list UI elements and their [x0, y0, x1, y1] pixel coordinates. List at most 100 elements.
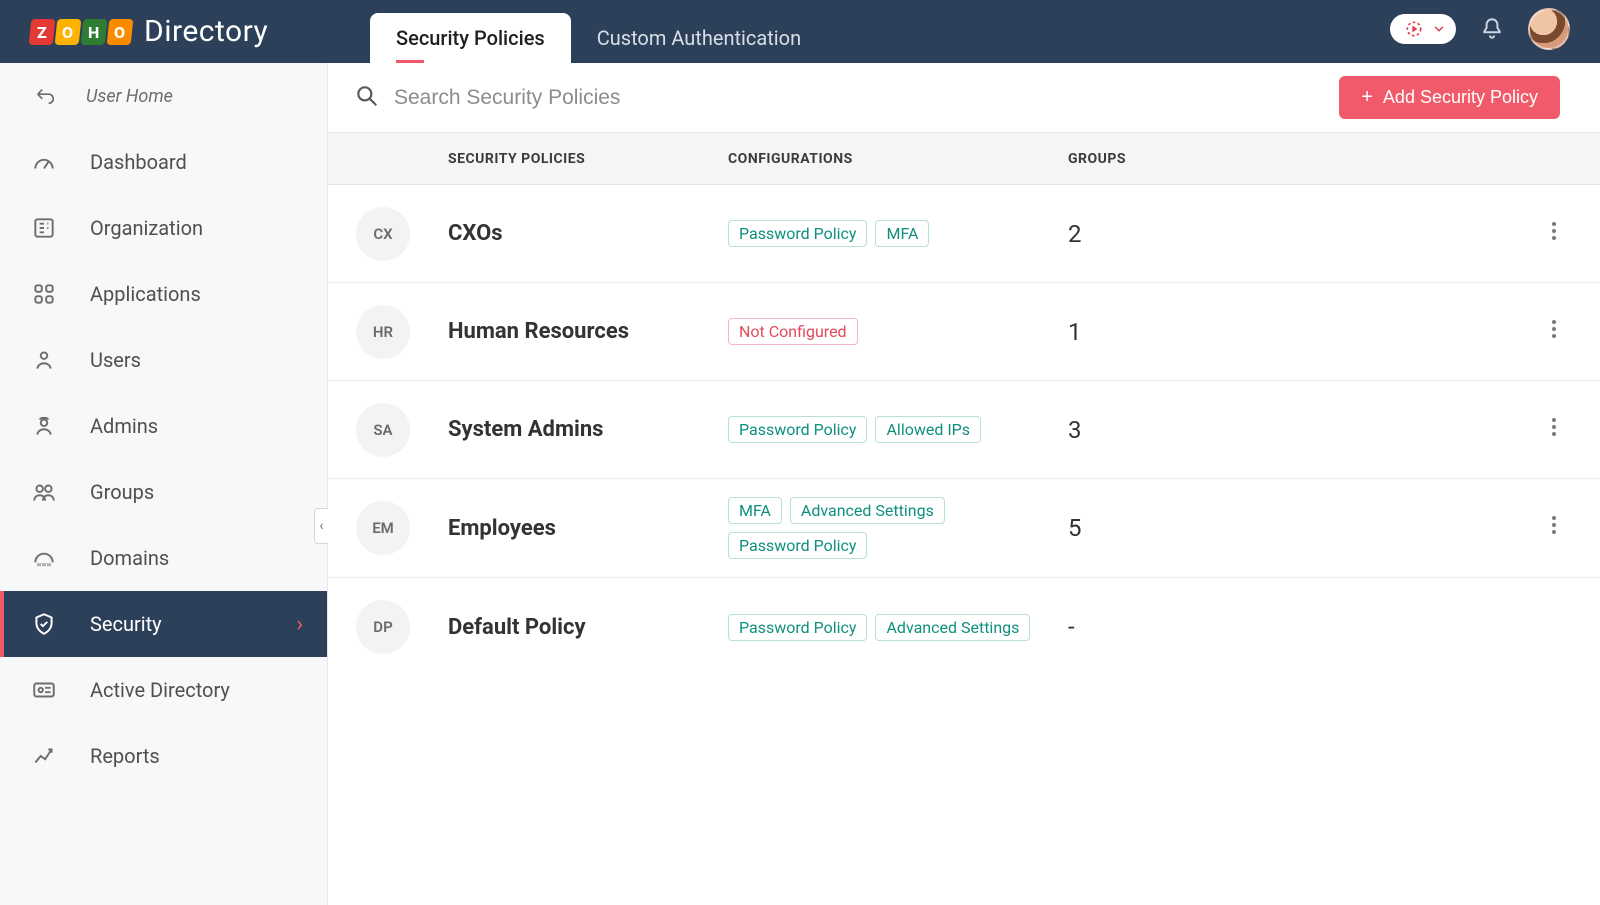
config-tag[interactable]: Allowed IPs	[875, 416, 981, 443]
row-actions	[1308, 317, 1560, 347]
applications-icon	[28, 281, 60, 307]
main-content: + Add Security Policy SECURITY POLICIES …	[328, 63, 1600, 905]
row-actions	[1308, 513, 1560, 543]
table-row[interactable]: DPDefault PolicyPassword PolicyAdvanced …	[328, 578, 1600, 676]
brand[interactable]: Z O H O Directory	[0, 0, 328, 63]
sidebar-item-admins[interactable]: Admins	[0, 393, 327, 459]
admins-icon	[28, 413, 60, 439]
row-menu-button[interactable]	[1552, 219, 1556, 243]
avatar[interactable]	[1528, 8, 1570, 50]
shield-icon	[28, 611, 60, 637]
reports-icon	[28, 743, 60, 769]
policy-initials: EM	[356, 501, 410, 555]
users-icon	[28, 347, 60, 373]
row-actions	[1308, 219, 1560, 249]
row-menu-button[interactable]	[1552, 317, 1556, 341]
policy-configurations: MFA Advanced Settings Password Policy	[728, 497, 1068, 559]
dashboard-icon	[28, 149, 60, 175]
brand-name: Directory	[144, 14, 268, 49]
sidebar-item-reports[interactable]: Reports	[0, 723, 327, 789]
config-tag[interactable]: MFA	[728, 497, 782, 524]
sidebar-item-applications[interactable]: Applications	[0, 261, 327, 327]
config-tag[interactable]: Password Policy	[728, 416, 867, 443]
sidebar-item-label: Applications	[90, 282, 201, 306]
policy-initials: CX	[356, 207, 410, 261]
add-security-policy-button[interactable]: + Add Security Policy	[1339, 76, 1560, 119]
policy-name: Default Policy	[448, 615, 728, 640]
config-tag[interactable]: Password Policy	[728, 614, 867, 641]
app-body: User Home Dashboard Organization Applica…	[0, 63, 1600, 905]
column-header-groups: GROUPS	[1068, 151, 1308, 167]
policy-configurations: Password Policy Advanced Settings	[728, 614, 1068, 641]
column-header-configurations: CONFIGURATIONS	[728, 151, 1068, 167]
group-count: 1	[1068, 318, 1308, 346]
search-icon	[354, 83, 380, 113]
sidebar: User Home Dashboard Organization Applica…	[0, 63, 328, 905]
sidebar-item-organization[interactable]: Organization	[0, 195, 327, 261]
header-actions	[1390, 0, 1600, 63]
sidebar-item-label: Reports	[90, 744, 160, 768]
active-directory-icon	[28, 677, 60, 703]
table-row[interactable]: HRHuman ResourcesNot Configured1	[328, 283, 1600, 381]
sidebar-item-label: Active Directory	[90, 678, 230, 702]
zoho-logo: Z O H O	[30, 19, 132, 45]
back-icon	[32, 85, 58, 107]
remote-assist-icon	[1404, 19, 1424, 39]
sidebar-item-label: Security	[90, 612, 162, 636]
config-tag[interactable]: MFA	[875, 220, 929, 247]
config-tag[interactable]: Password Policy	[728, 532, 867, 559]
user-home-label: User Home	[86, 86, 173, 107]
policy-configurations: Password Policy MFA	[728, 220, 1068, 247]
sidebar-item-dashboard[interactable]: Dashboard	[0, 129, 327, 195]
policy-initials: HR	[356, 305, 410, 359]
tab-security-policies[interactable]: Security Policies	[370, 13, 571, 63]
policy-configurations: Password Policy Allowed IPs	[728, 416, 1068, 443]
sidebar-item-users[interactable]: Users	[0, 327, 327, 393]
tab-label: Custom Authentication	[597, 26, 801, 50]
search-input[interactable]	[394, 86, 1325, 110]
app-header: Z O H O Directory Security Policies Cust…	[0, 0, 1600, 63]
group-count: 5	[1068, 514, 1308, 542]
row-menu-button[interactable]	[1552, 415, 1556, 439]
column-header-policies: SECURITY POLICIES	[448, 151, 728, 167]
config-tag[interactable]: Advanced Settings	[790, 497, 945, 524]
config-tag[interactable]: Advanced Settings	[875, 614, 1030, 641]
config-tag[interactable]: Password Policy	[728, 220, 867, 247]
chevron-left-icon: ‹	[319, 518, 323, 534]
user-home-link[interactable]: User Home	[0, 63, 327, 129]
header-tabs: Security Policies Custom Authentication	[328, 0, 1390, 63]
policy-initials: SA	[356, 403, 410, 457]
svg-text:www: www	[37, 561, 52, 569]
sidebar-item-label: Domains	[90, 546, 169, 570]
sidebar-item-domains[interactable]: www Domains	[0, 525, 327, 591]
tab-custom-authentication[interactable]: Custom Authentication	[571, 13, 827, 63]
policy-configurations: Not Configured	[728, 318, 1068, 345]
groups-icon	[28, 479, 60, 505]
organization-icon	[28, 215, 60, 241]
sidebar-item-label: Admins	[90, 414, 158, 438]
sidebar-item-groups[interactable]: Groups	[0, 459, 327, 525]
sidebar-item-security[interactable]: Security ›	[0, 591, 327, 657]
table-header: SECURITY POLICIES CONFIGURATIONS GROUPS	[328, 133, 1600, 185]
policy-name: System Admins	[448, 417, 728, 442]
tab-label: Security Policies	[396, 26, 545, 50]
config-tag[interactable]: Not Configured	[728, 318, 858, 345]
notifications-button[interactable]	[1478, 15, 1506, 43]
bell-icon	[1479, 16, 1505, 42]
row-menu-button[interactable]	[1552, 513, 1556, 537]
sidebar-item-label: Groups	[90, 480, 154, 504]
sidebar-collapse-toggle[interactable]: ‹	[314, 508, 328, 544]
remote-assist-menu[interactable]	[1390, 14, 1456, 44]
group-count: 3	[1068, 416, 1308, 444]
sidebar-item-label: Users	[90, 348, 141, 372]
sidebar-item-active-directory[interactable]: Active Directory	[0, 657, 327, 723]
chevron-right-icon: ›	[296, 612, 303, 637]
sidebar-item-label: Dashboard	[90, 150, 187, 174]
sidebar-item-label: Organization	[90, 216, 203, 240]
policy-name: Employees	[448, 516, 728, 541]
table-row[interactable]: EM EmployeesMFA Advanced Settings Password …	[328, 479, 1600, 578]
group-count: 2	[1068, 220, 1308, 248]
domains-icon: www	[28, 545, 60, 571]
table-row[interactable]: CXCXOsPassword PolicyMFA2	[328, 185, 1600, 283]
table-row[interactable]: SA System AdminsPassword Policy Allowed IP…	[328, 381, 1600, 479]
